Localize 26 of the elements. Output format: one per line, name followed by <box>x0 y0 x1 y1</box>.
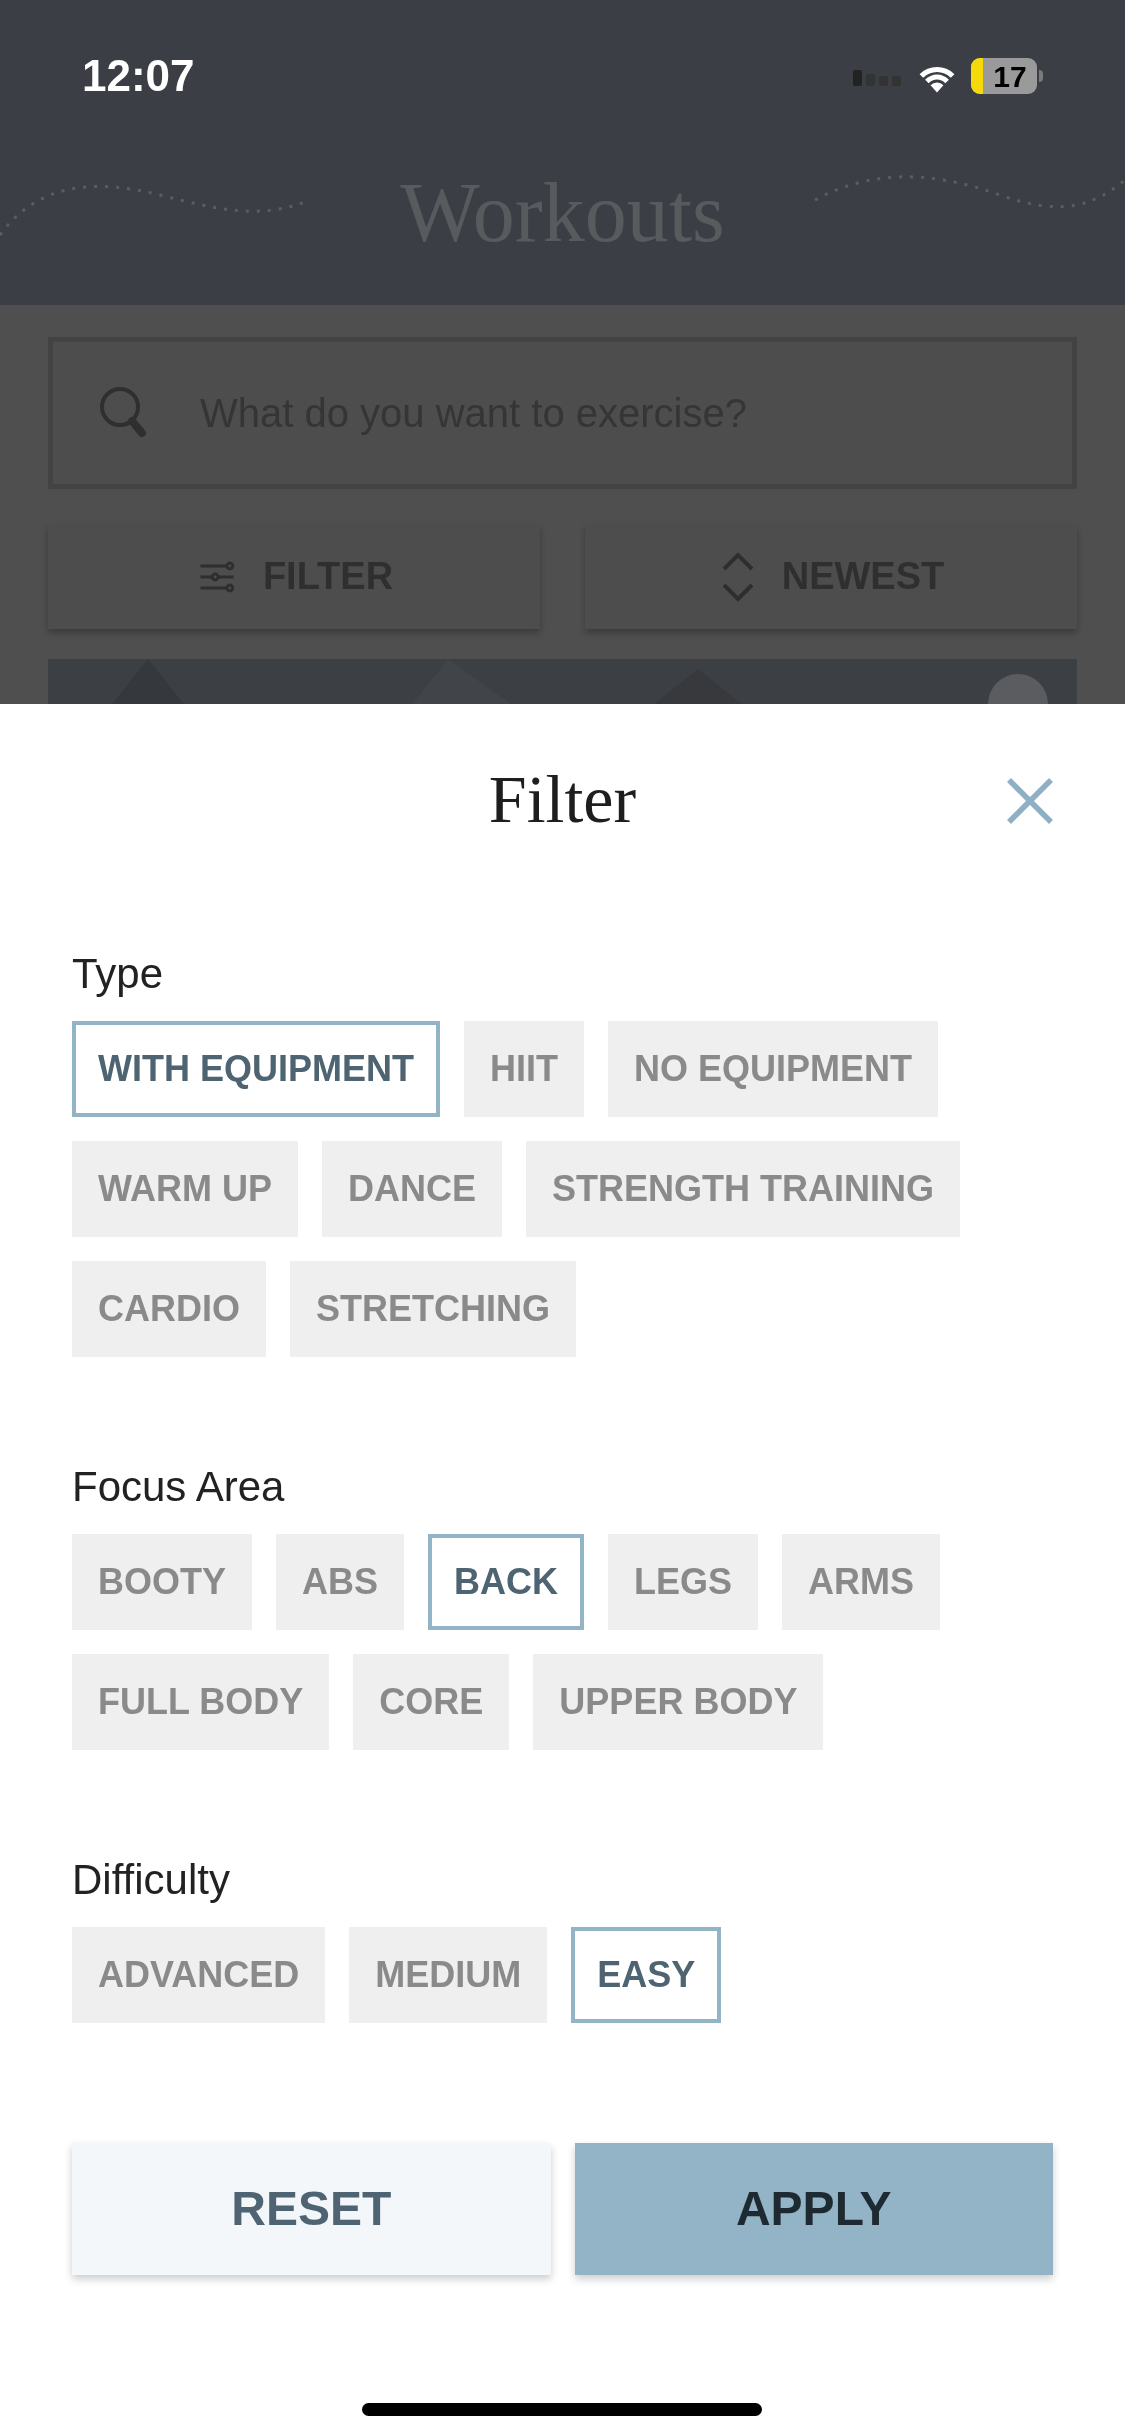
filter-chip[interactable]: ADVANCED <box>72 1927 326 2023</box>
filter-chip[interactable]: ABS <box>276 1534 405 1630</box>
filter-chip[interactable]: STRETCHING <box>290 1261 576 1357</box>
filter-chip[interactable]: CORE <box>353 1654 510 1750</box>
filter-chip[interactable]: WITH EQUIPMENT <box>72 1021 440 1117</box>
filter-chip[interactable]: NO EQUIPMENT <box>608 1021 938 1117</box>
section-label: Type <box>72 949 165 999</box>
filter-chip[interactable]: ARMS <box>782 1534 941 1630</box>
filter-chip[interactable]: WARM UP <box>72 1141 298 1237</box>
filter-chip[interactable]: STRENGTH TRAINING <box>526 1141 960 1237</box>
filter-chip[interactable]: LEGS <box>608 1534 759 1630</box>
reset-button[interactable]: RESET <box>72 2143 551 2275</box>
filter-chip[interactable]: FULL BODY <box>72 1654 330 1750</box>
filter-chip[interactable]: UPPER BODY <box>533 1654 824 1750</box>
filter-chip[interactable]: DANCE <box>322 1141 502 1237</box>
status-time: 12:07 <box>82 50 195 102</box>
filter-chip[interactable]: HIIT <box>464 1021 584 1117</box>
filter-chip[interactable]: EASY <box>571 1927 722 2023</box>
filter-chip[interactable]: BOOTY <box>72 1534 252 1630</box>
section-label: Focus Area <box>72 1462 286 1512</box>
filter-chip[interactable]: CARDIO <box>72 1261 266 1357</box>
filter-chip[interactable]: MEDIUM <box>349 1927 548 2023</box>
filter-chip[interactable]: BACK <box>428 1534 585 1630</box>
apply-button[interactable]: APPLY <box>574 2143 1053 2275</box>
sheet-title: Filter <box>488 760 637 839</box>
section-label: Difficulty <box>72 1855 231 1905</box>
